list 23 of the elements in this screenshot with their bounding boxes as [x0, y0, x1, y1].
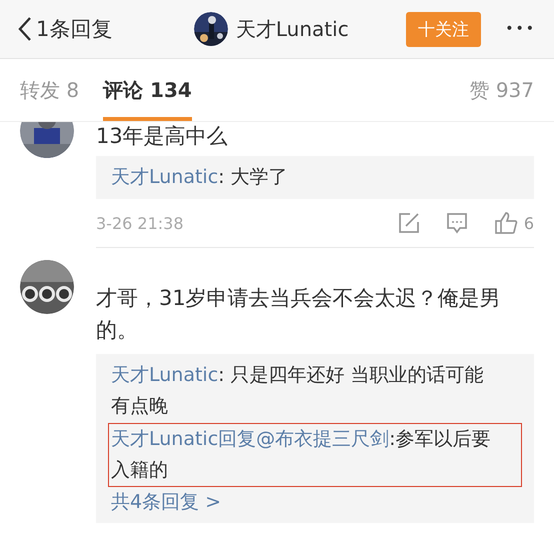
share-icon[interactable] — [398, 212, 420, 234]
follow-button[interactable]: 十关注 — [406, 12, 482, 46]
tab[interactable]: 转发 8 — [20, 59, 80, 121]
reply-text: 天才Lunatic: 大学了 — [110, 165, 289, 190]
back-icon — [18, 16, 32, 42]
reply-text: 天才Lunatic回复@布衣提三尺剑:参军以后要入籍的 — [108, 423, 522, 487]
comment-icon[interactable] — [446, 212, 468, 234]
like-count: 赞 937 — [469, 76, 534, 104]
comment-text: 13年是高中么 — [96, 123, 229, 150]
like-count: 6 — [524, 214, 534, 232]
user-link[interactable]: 天才Lunatic — [111, 428, 218, 450]
user-link[interactable]: 天才Lunatic — [111, 364, 218, 386]
comment-text: 才哥，31岁申请去当兵会不会太迟？俺是男的。 — [96, 285, 502, 344]
back-button[interactable]: 1条回复 — [18, 15, 112, 43]
thumbs-up-icon[interactable] — [494, 211, 518, 235]
reply-text: 天才Lunatic: 只是四年还好 当职业的话可能有点晚 — [110, 363, 485, 419]
comment-time: 3-26 21:38 — [96, 214, 184, 232]
user-link[interactable]: 回复@布衣提三尺剑 — [218, 428, 390, 450]
user-name: 天才Lunatic — [236, 16, 349, 42]
more-button[interactable]: ••• — [505, 21, 536, 37]
user-link[interactable]: 天才Lunatic — [111, 166, 218, 188]
more-replies-link[interactable]: 共4条回复 > — [108, 487, 224, 518]
tab[interactable]: 评论 134 — [103, 59, 192, 121]
